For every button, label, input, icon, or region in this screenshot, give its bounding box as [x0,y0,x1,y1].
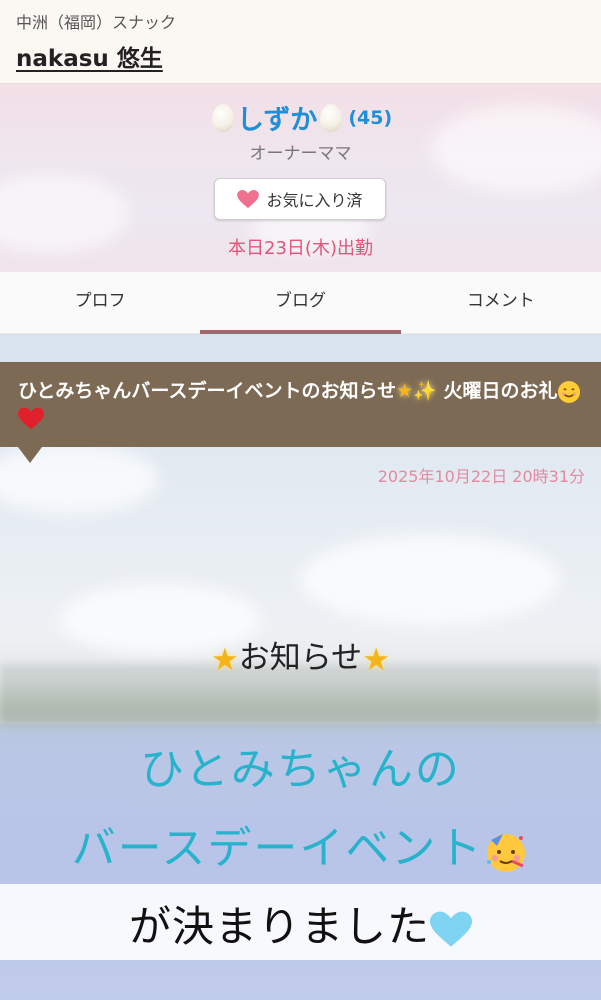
blog-date: 2025年10月22日 20時31分 [377,467,585,486]
sparkles-icon: ✨ [413,380,437,402]
cast-age: (45) [348,106,393,129]
cloud-decoration [300,534,560,624]
title-pointer [18,447,42,463]
announcement-text: お知らせ [238,640,363,676]
blog-title-text-2: 火曜日のお礼 [443,380,558,402]
attendance-status: 本日23日(木)出勤 [228,238,373,259]
post-line-event: バースデーイベント [0,812,601,876]
egg-icon [211,103,234,132]
egg-icon [320,103,343,132]
decided-text: が決まりました [128,902,430,951]
tab-comment[interactable]: コメント [401,272,601,333]
cast-name-row: しずか (45) [0,98,601,137]
glowing-star-icon: ★ [396,380,414,402]
glowing-star-icon: ★ [211,641,239,678]
heart-icon [237,189,260,208]
smiling-face-icon [558,380,581,403]
glowing-star-icon: ★ [362,641,390,678]
post-line-name: ひとみちゃんの [140,744,461,795]
profile-tabs: プロフ ブログ コメント [0,272,601,335]
tab-blog[interactable]: ブログ [200,272,401,335]
light-blue-heart-icon [430,911,472,947]
post-line-decided: が決まりました [0,893,601,954]
favorite-label: お気に入り済 [266,191,363,210]
shop-category: 中洲（福岡）スナック [16,13,177,32]
partying-face-icon [487,834,526,872]
event-text: バースデーイベント [71,823,484,874]
shop-name-link[interactable]: nakasu 悠生 [16,39,163,73]
tab-profile[interactable]: プロフ [0,272,200,333]
blog-title-text: ひとみちゃんバースデーイベントのお知らせ [18,380,397,402]
post-line-announcement: ★お知らせ★ [0,632,601,678]
favorite-button[interactable]: お気に入り済 [214,178,386,220]
cast-role: オーナーママ [249,144,352,164]
red-heart-icon [18,407,44,429]
profile-hero: しずか (45) オーナーママ お気に入り済 本日23日(木)出勤 [0,84,601,272]
header: 中洲（福岡）スナック nakasu 悠生 [0,0,601,84]
cast-name: しずか [236,105,318,136]
blog-title[interactable]: ひとみちゃんバースデーイベントのお知らせ★✨ 火曜日のお礼 [18,378,588,432]
